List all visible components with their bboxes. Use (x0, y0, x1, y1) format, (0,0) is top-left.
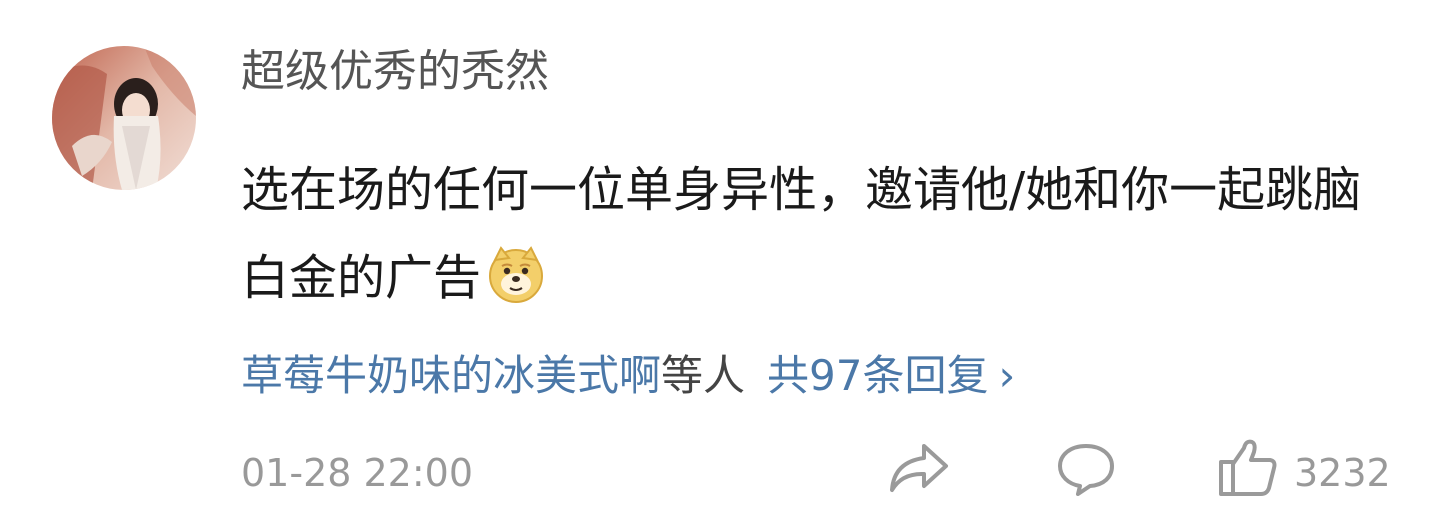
share-icon[interactable] (888, 440, 950, 496)
like-count: 3232 (1294, 451, 1391, 495)
reply-total-link[interactable]: 共97条回复 (767, 351, 988, 400)
reply-user-names[interactable]: 草莓牛奶味的冰美式啊 (241, 351, 661, 400)
comment-text-body: 选在场的任何一位单身异性，邀请他/她和你一起跳脑白金的广告 (241, 162, 1362, 306)
thumbs-up-icon[interactable] (1218, 436, 1278, 498)
avatar[interactable] (52, 46, 196, 190)
reply-suffix: 等人 (661, 351, 746, 400)
comment-username[interactable]: 超级优秀的秃然 (241, 44, 549, 100)
chevron-right-icon[interactable]: › (998, 344, 1015, 408)
avatar-image (52, 46, 196, 190)
comment-icon[interactable] (1056, 440, 1116, 496)
comment-timestamp: 01-28 22:00 (241, 451, 474, 495)
comment-text: 选在场的任何一位单身异性，邀请他/她和你一起跳脑白金的广告 (241, 146, 1401, 322)
replies-summary[interactable]: 草莓牛奶味的冰美式啊等人 共97条回复 › (241, 344, 1015, 408)
doge-emoji-icon (487, 244, 545, 303)
